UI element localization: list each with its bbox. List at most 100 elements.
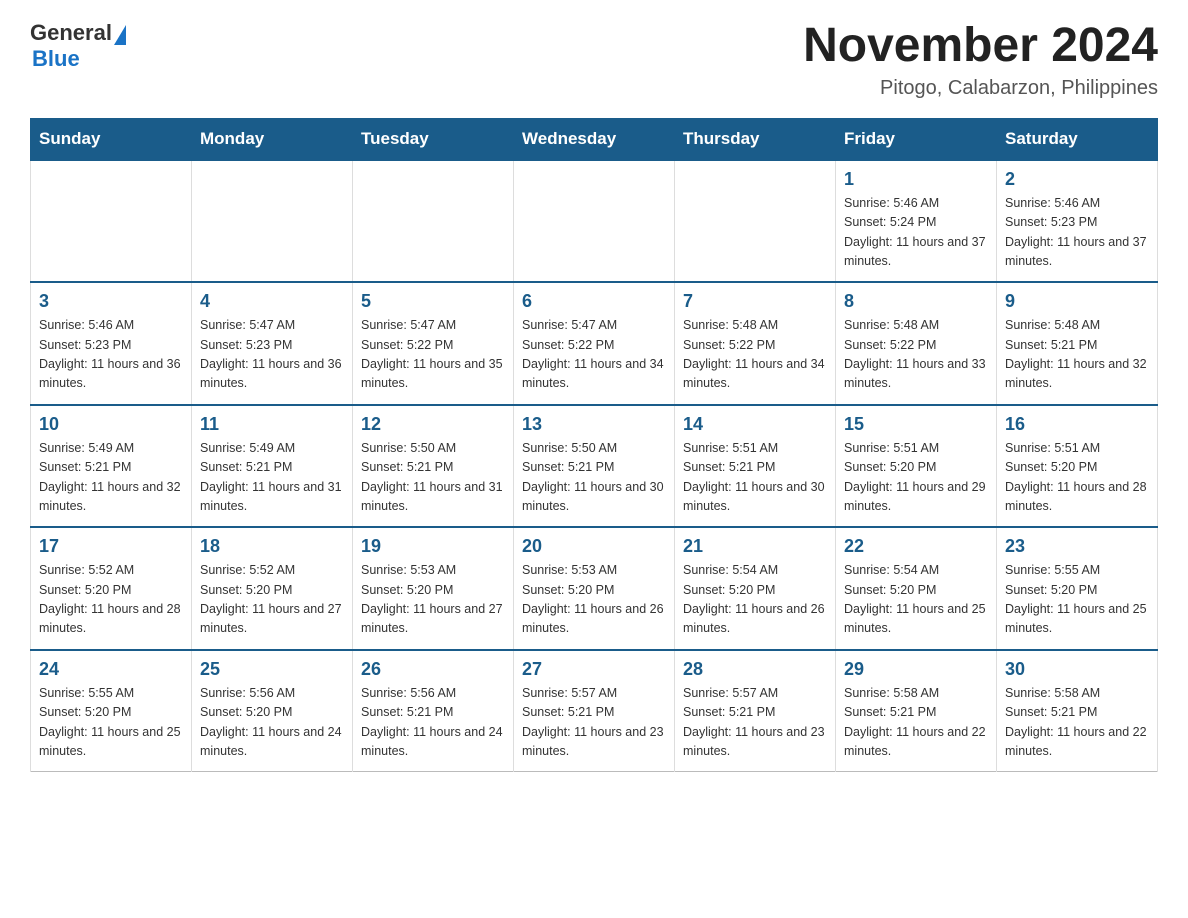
day-number: 1 xyxy=(844,169,988,190)
calendar-week-row: 10 Sunrise: 5:49 AMSunset: 5:21 PMDayligh… xyxy=(31,405,1158,528)
day-info: Sunrise: 5:52 AMSunset: 5:20 PMDaylight:… xyxy=(39,561,183,639)
calendar-cell: 3Sunrise: 5:46 AMSunset: 5:23 PMDaylight… xyxy=(31,282,192,405)
calendar-table: SundayMondayTuesdayWednesdayThursdayFrid… xyxy=(30,118,1158,773)
day-number: 25 xyxy=(200,659,344,680)
calendar-cell: 10 Sunrise: 5:49 AMSunset: 5:21 PMDayligh… xyxy=(31,405,192,528)
calendar-cell: 26 Sunrise: 5:56 AMSunset: 5:21 PMDayligh… xyxy=(353,650,514,772)
calendar-week-row: 3Sunrise: 5:46 AMSunset: 5:23 PMDaylight… xyxy=(31,282,1158,405)
calendar-cell: 27Sunrise: 5:57 AMSunset: 5:21 PMDayligh… xyxy=(514,650,675,772)
day-number: 7 xyxy=(683,291,827,312)
day-info: Sunrise: 5:53 AMSunset: 5:20 PMDaylight:… xyxy=(361,561,505,639)
day-info: Sunrise: 5:50 AMSunset: 5:21 PMDaylight:… xyxy=(361,439,505,517)
day-header-friday: Friday xyxy=(836,118,997,160)
day-number: 5 xyxy=(361,291,505,312)
day-info: Sunrise: 5:48 AMSunset: 5:22 PMDaylight:… xyxy=(844,316,988,394)
month-year-title: November 2024 xyxy=(803,20,1158,73)
location-subtitle: Pitogo, Calabarzon, Philippines xyxy=(803,77,1158,100)
day-number: 11 xyxy=(200,414,344,435)
calendar-cell: 14 Sunrise: 5:51 AMSunset: 5:21 PMDayligh… xyxy=(675,405,836,528)
logo-blue: Blue xyxy=(32,46,80,72)
day-info: Sunrise: 5:46 AMSunset: 5:23 PMDaylight:… xyxy=(1005,194,1149,272)
day-number: 19 xyxy=(361,536,505,557)
calendar-cell: 29Sunrise: 5:58 AMSunset: 5:21 PMDayligh… xyxy=(836,650,997,772)
calendar-week-row: 24 Sunrise: 5:55 AMSunset: 5:20 PMDayligh… xyxy=(31,650,1158,772)
calendar-cell: 13 Sunrise: 5:50 AMSunset: 5:21 PMDayligh… xyxy=(514,405,675,528)
day-header-sunday: Sunday xyxy=(31,118,192,160)
day-info: Sunrise: 5:49 AMSunset: 5:21 PMDaylight:… xyxy=(39,439,183,517)
calendar-cell: 6 Sunrise: 5:47 AMSunset: 5:22 PMDaylight… xyxy=(514,282,675,405)
day-info: Sunrise: 5:51 AMSunset: 5:21 PMDaylight:… xyxy=(683,439,827,517)
calendar-week-row: 1 Sunrise: 5:46 AMSunset: 5:24 PMDaylight… xyxy=(31,160,1158,283)
day-number: 24 xyxy=(39,659,183,680)
title-section: November 2024 Pitogo, Calabarzon, Philip… xyxy=(803,20,1158,100)
calendar-cell: 2 Sunrise: 5:46 AMSunset: 5:23 PMDaylight… xyxy=(997,160,1158,283)
day-number: 26 xyxy=(361,659,505,680)
calendar-cell: 23Sunrise: 5:55 AMSunset: 5:20 PMDayligh… xyxy=(997,527,1158,650)
day-number: 2 xyxy=(1005,169,1149,190)
day-number: 8 xyxy=(844,291,988,312)
day-info: Sunrise: 5:54 AMSunset: 5:20 PMDaylight:… xyxy=(844,561,988,639)
day-number: 29 xyxy=(844,659,988,680)
calendar-cell: 17 Sunrise: 5:52 AMSunset: 5:20 PMDayligh… xyxy=(31,527,192,650)
day-number: 20 xyxy=(522,536,666,557)
day-info: Sunrise: 5:57 AMSunset: 5:21 PMDaylight:… xyxy=(522,684,666,762)
day-info: Sunrise: 5:53 AMSunset: 5:20 PMDaylight:… xyxy=(522,561,666,639)
day-info: Sunrise: 5:47 AMSunset: 5:22 PMDaylight:… xyxy=(522,316,666,394)
day-info: Sunrise: 5:48 AMSunset: 5:22 PMDaylight:… xyxy=(683,316,827,394)
day-header-wednesday: Wednesday xyxy=(514,118,675,160)
day-header-tuesday: Tuesday xyxy=(353,118,514,160)
day-info: Sunrise: 5:48 AMSunset: 5:21 PMDaylight:… xyxy=(1005,316,1149,394)
day-info: Sunrise: 5:55 AMSunset: 5:20 PMDaylight:… xyxy=(39,684,183,762)
calendar-cell: 8 Sunrise: 5:48 AMSunset: 5:22 PMDaylight… xyxy=(836,282,997,405)
day-number: 14 xyxy=(683,414,827,435)
calendar-cell: 28 Sunrise: 5:57 AMSunset: 5:21 PMDayligh… xyxy=(675,650,836,772)
day-number: 15 xyxy=(844,414,988,435)
day-info: Sunrise: 5:50 AMSunset: 5:21 PMDaylight:… xyxy=(522,439,666,517)
calendar-cell: 22 Sunrise: 5:54 AMSunset: 5:20 PMDayligh… xyxy=(836,527,997,650)
page-header: General Blue November 2024 Pitogo, Calab… xyxy=(30,20,1158,100)
day-number: 4 xyxy=(200,291,344,312)
day-info: Sunrise: 5:51 AMSunset: 5:20 PMDaylight:… xyxy=(1005,439,1149,517)
day-info: Sunrise: 5:54 AMSunset: 5:20 PMDaylight:… xyxy=(683,561,827,639)
day-number: 28 xyxy=(683,659,827,680)
calendar-cell xyxy=(675,160,836,283)
calendar-cell: 1 Sunrise: 5:46 AMSunset: 5:24 PMDaylight… xyxy=(836,160,997,283)
calendar-cell: 15 Sunrise: 5:51 AMSunset: 5:20 PMDayligh… xyxy=(836,405,997,528)
calendar-cell: 5 Sunrise: 5:47 AMSunset: 5:22 PMDaylight… xyxy=(353,282,514,405)
calendar-cell: 16 Sunrise: 5:51 AMSunset: 5:20 PMDayligh… xyxy=(997,405,1158,528)
day-info: Sunrise: 5:56 AMSunset: 5:21 PMDaylight:… xyxy=(361,684,505,762)
calendar-cell: 21 Sunrise: 5:54 AMSunset: 5:20 PMDayligh… xyxy=(675,527,836,650)
calendar-cell: 7 Sunrise: 5:48 AMSunset: 5:22 PMDaylight… xyxy=(675,282,836,405)
day-number: 21 xyxy=(683,536,827,557)
day-number: 13 xyxy=(522,414,666,435)
day-info: Sunrise: 5:52 AMSunset: 5:20 PMDaylight:… xyxy=(200,561,344,639)
calendar-cell: 11 Sunrise: 5:49 AMSunset: 5:21 PMDayligh… xyxy=(192,405,353,528)
day-info: Sunrise: 5:46 AMSunset: 5:23 PMDaylight:… xyxy=(39,316,183,394)
day-info: Sunrise: 5:47 AMSunset: 5:22 PMDaylight:… xyxy=(361,316,505,394)
day-number: 16 xyxy=(1005,414,1149,435)
day-info: Sunrise: 5:46 AMSunset: 5:24 PMDaylight:… xyxy=(844,194,988,272)
day-number: 12 xyxy=(361,414,505,435)
calendar-cell: 4 Sunrise: 5:47 AMSunset: 5:23 PMDaylight… xyxy=(192,282,353,405)
calendar-cell: 20 Sunrise: 5:53 AMSunset: 5:20 PMDayligh… xyxy=(514,527,675,650)
day-number: 6 xyxy=(522,291,666,312)
day-number: 22 xyxy=(844,536,988,557)
day-number: 30 xyxy=(1005,659,1149,680)
day-info: Sunrise: 5:47 AMSunset: 5:23 PMDaylight:… xyxy=(200,316,344,394)
day-number: 17 xyxy=(39,536,183,557)
calendar-cell xyxy=(514,160,675,283)
day-number: 10 xyxy=(39,414,183,435)
day-info: Sunrise: 5:49 AMSunset: 5:21 PMDaylight:… xyxy=(200,439,344,517)
day-info: Sunrise: 5:51 AMSunset: 5:20 PMDaylight:… xyxy=(844,439,988,517)
calendar-cell: 9 Sunrise: 5:48 AMSunset: 5:21 PMDaylight… xyxy=(997,282,1158,405)
calendar-week-row: 17 Sunrise: 5:52 AMSunset: 5:20 PMDayligh… xyxy=(31,527,1158,650)
day-header-thursday: Thursday xyxy=(675,118,836,160)
day-info: Sunrise: 5:58 AMSunset: 5:21 PMDaylight:… xyxy=(1005,684,1149,762)
logo-general: General xyxy=(30,20,112,46)
day-number: 9 xyxy=(1005,291,1149,312)
day-info: Sunrise: 5:57 AMSunset: 5:21 PMDaylight:… xyxy=(683,684,827,762)
day-number: 18 xyxy=(200,536,344,557)
logo-triangle-icon xyxy=(114,25,126,45)
calendar-cell: 25Sunrise: 5:56 AMSunset: 5:20 PMDayligh… xyxy=(192,650,353,772)
calendar-cell xyxy=(31,160,192,283)
